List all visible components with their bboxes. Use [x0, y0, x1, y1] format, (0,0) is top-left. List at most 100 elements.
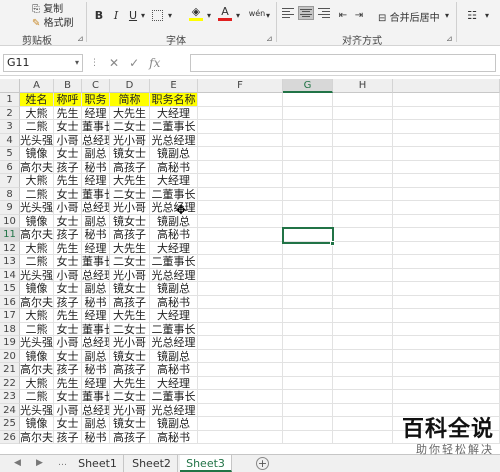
table-cell[interactable]: 副总 [82, 214, 110, 228]
table-cell[interactable] [333, 174, 393, 188]
table-cell[interactable] [198, 174, 283, 188]
bold-button[interactable]: B [92, 6, 106, 24]
table-cell[interactable]: 女士 [54, 120, 82, 134]
table-cell[interactable] [333, 390, 393, 404]
table-cell[interactable]: 董事长 [82, 187, 110, 201]
row-header[interactable]: 25 [0, 417, 20, 431]
table-cell[interactable] [283, 120, 333, 134]
more-sheets-icon[interactable]: … [58, 458, 67, 468]
table-cell[interactable] [283, 174, 333, 188]
table-cell[interactable] [198, 282, 283, 296]
row-header[interactable]: 10 [0, 214, 20, 228]
table-cell[interactable]: 光总经理 [150, 201, 198, 215]
table-cell[interactable]: 二熊 [20, 187, 54, 201]
table-cell[interactable] [333, 160, 393, 174]
table-cell[interactable]: 大先生 [110, 376, 150, 390]
table-cell[interactable]: 镜副总 [150, 349, 198, 363]
table-cell[interactable]: 光小哥 [110, 268, 150, 282]
row-header[interactable]: 23 [0, 390, 20, 404]
underline-button[interactable]: U [126, 6, 140, 24]
table-cell[interactable] [333, 376, 393, 390]
select-all-corner[interactable] [0, 79, 20, 93]
table-cell[interactable]: 大熊 [20, 376, 54, 390]
table-cell[interactable]: 孩子 [54, 295, 82, 309]
table-cell[interactable] [393, 268, 500, 282]
table-cell[interactable] [198, 268, 283, 282]
table-cell[interactable]: 先生 [54, 376, 82, 390]
format-painter-button[interactable]: ✎ 格式刷 [32, 14, 74, 29]
table-cell[interactable]: 光头强 [20, 403, 54, 417]
table-cell[interactable]: 经理 [82, 241, 110, 255]
column-header-g[interactable]: G [283, 79, 333, 93]
row-header[interactable]: 15 [0, 282, 20, 296]
table-cell[interactable]: 二董事长 [150, 187, 198, 201]
row-header[interactable]: 12 [0, 241, 20, 255]
scroll-right-icon[interactable]: ▶ [36, 458, 43, 468]
table-cell[interactable]: 大经理 [150, 174, 198, 188]
table-cell[interactable]: 镜像 [20, 417, 54, 431]
table-cell[interactable]: 二董事长 [150, 255, 198, 269]
table-cell[interactable]: 二熊 [20, 120, 54, 134]
number-format-icon[interactable]: ☷ [463, 6, 481, 24]
table-cell[interactable]: 镜副总 [150, 282, 198, 296]
table-cell[interactable] [393, 93, 500, 107]
name-box-dropdown-icon[interactable]: ▾ [75, 55, 79, 71]
table-cell[interactable] [333, 201, 393, 215]
table-cell[interactable] [283, 309, 333, 323]
table-cell[interactable] [333, 255, 393, 269]
table-cell[interactable]: 总经理 [82, 201, 110, 215]
spreadsheet-grid[interactable]: A B C D E F G H 1 姓名 称呼 职务 简称 职务名称 2 大熊 先生 经理 大先生 大经理 3 二熊 女士董… [0, 79, 500, 454]
table-cell[interactable] [198, 106, 283, 120]
row-header[interactable]: 13 [0, 255, 20, 269]
name-box[interactable]: G11 ▾ [3, 54, 83, 72]
column-header-a[interactable]: A [20, 79, 54, 93]
fill-color-button[interactable]: ◈ [188, 4, 204, 22]
table-cell[interactable]: 小哥 [54, 403, 82, 417]
table-cell[interactable]: 镜像 [20, 147, 54, 161]
table-cell[interactable] [393, 201, 500, 215]
table-cell[interactable]: 镜副总 [150, 214, 198, 228]
table-cell[interactable]: 秘书 [82, 295, 110, 309]
row-header[interactable]: 18 [0, 322, 20, 336]
table-cell[interactable] [393, 282, 500, 296]
cancel-icon[interactable]: ✕ [109, 56, 119, 70]
table-cell[interactable] [283, 363, 333, 377]
table-cell[interactable]: 镜副总 [150, 147, 198, 161]
table-cell[interactable]: 副总 [82, 417, 110, 431]
italic-button[interactable]: I [109, 6, 123, 24]
align-left-button[interactable] [281, 6, 297, 20]
table-cell[interactable]: 大经理 [150, 241, 198, 255]
table-cell[interactable]: 大先生 [110, 241, 150, 255]
table-cell[interactable] [333, 120, 393, 134]
table-cell[interactable] [393, 241, 500, 255]
table-cell[interactable]: 秘书 [82, 228, 110, 242]
table-cell[interactable]: 孩子 [54, 160, 82, 174]
table-cell[interactable]: 小哥 [54, 201, 82, 215]
table-cell[interactable]: 镜像 [20, 214, 54, 228]
fill-color-dropdown[interactable]: ▾ [205, 6, 213, 24]
table-cell[interactable]: 总经理 [82, 133, 110, 147]
table-cell[interactable]: 总经理 [82, 268, 110, 282]
table-cell[interactable] [283, 336, 333, 350]
table-cell[interactable] [198, 403, 283, 417]
table-cell[interactable]: 光小哥 [110, 403, 150, 417]
header-cell[interactable]: 姓名 [20, 93, 54, 107]
header-cell[interactable]: 称呼 [54, 93, 82, 107]
table-cell[interactable] [393, 133, 500, 147]
row-header[interactable]: 5 [0, 147, 20, 161]
table-cell[interactable]: 秘书 [82, 430, 110, 444]
table-cell[interactable] [283, 349, 333, 363]
row-header[interactable]: 8 [0, 187, 20, 201]
column-header-h[interactable]: H [333, 79, 393, 93]
table-cell[interactable]: 副总 [82, 147, 110, 161]
table-cell[interactable]: 二董事长 [150, 390, 198, 404]
table-cell[interactable]: 秘书 [82, 160, 110, 174]
table-cell[interactable]: 高尔夫 [20, 160, 54, 174]
table-cell[interactable]: 镜副总 [150, 417, 198, 431]
table-cell[interactable]: 高尔夫 [20, 295, 54, 309]
clipboard-launcher-icon[interactable]: ⊿ [77, 34, 84, 43]
table-cell[interactable] [333, 268, 393, 282]
table-cell[interactable] [333, 147, 393, 161]
table-cell[interactable]: 光总经理 [150, 403, 198, 417]
table-cell[interactable] [393, 390, 500, 404]
